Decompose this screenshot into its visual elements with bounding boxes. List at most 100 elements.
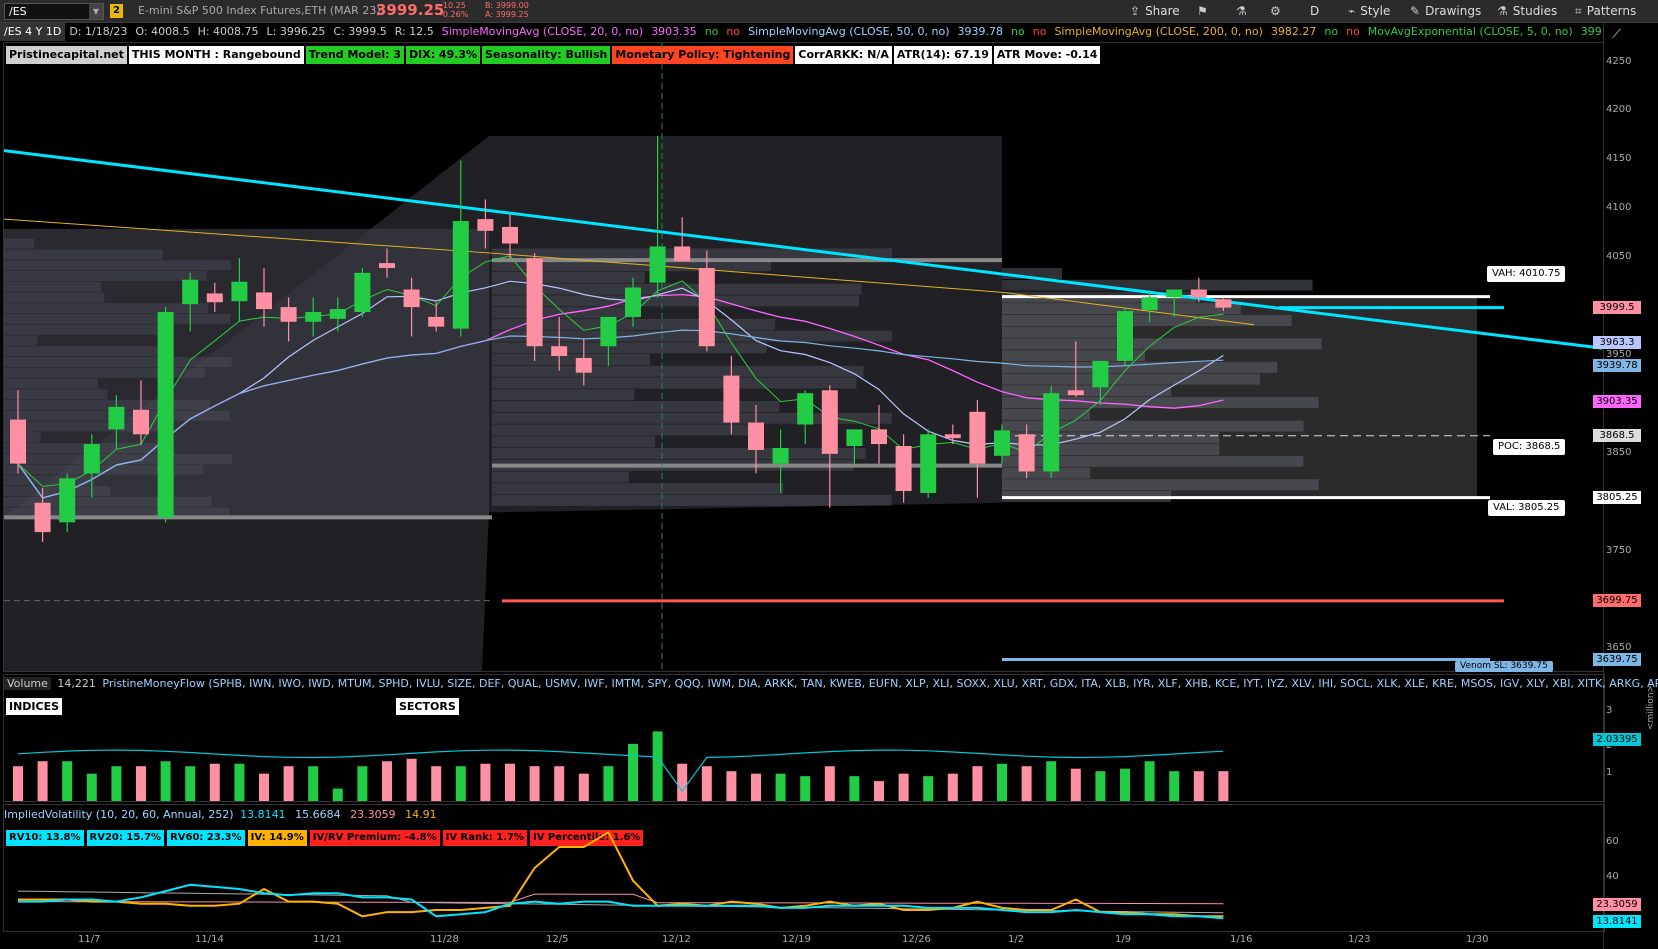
patterns-label: Patterns	[1586, 4, 1637, 18]
link-group-badge[interactable]: 2	[110, 4, 123, 18]
price-tag-3: 3903.35	[1593, 394, 1641, 408]
date-label-3: 11/28	[430, 934, 459, 945]
price-tag-6: 3699.75	[1593, 593, 1641, 607]
settings-button[interactable]: ⚙	[1270, 3, 1286, 20]
volume-bar	[480, 763, 491, 801]
candle-body	[1166, 289, 1183, 298]
profile-bar	[4, 303, 209, 314]
share-label: Share	[1145, 4, 1180, 18]
flag-button[interactable]: ⚑	[1197, 3, 1213, 20]
candle-body	[1141, 297, 1158, 311]
sma200-label[interactable]: SimpleMovingAvg (CLOSE, 200, 0, no)	[1050, 23, 1266, 41]
profile-bar	[4, 313, 231, 324]
volume-bar	[1193, 771, 1204, 801]
sma200-no2: no	[1346, 25, 1360, 38]
volume-bar	[1218, 771, 1229, 801]
chevron-down-icon[interactable]: ▼	[89, 4, 103, 19]
beaker-button[interactable]: ⚗	[1236, 3, 1252, 20]
period-button[interactable]: D	[1310, 3, 1319, 20]
symbol-text: /ES	[9, 5, 27, 18]
drawings-icon: ✎	[1410, 4, 1421, 18]
volume-bar	[1021, 766, 1032, 801]
candle-body	[305, 312, 322, 322]
candle-body	[895, 446, 912, 492]
sma20-no1: no	[704, 25, 719, 38]
candle-body	[108, 406, 125, 430]
draw-line-icon[interactable]: ⟋	[1612, 27, 1621, 42]
iv-tag1: 23.3059	[1593, 898, 1641, 911]
sma50-label[interactable]: SimpleMovingAvg (CLOSE, 50, 0, no)	[744, 23, 953, 41]
candle-body	[920, 434, 937, 493]
sma20-label[interactable]: SimpleMovingAvg (CLOSE, 20, 0, no)	[438, 23, 647, 41]
sma50-no2: no	[1032, 25, 1047, 38]
indices-pill: INDICES	[6, 698, 63, 715]
share-icon: ⇪	[1130, 4, 1141, 18]
sma50-no1: no	[1011, 25, 1025, 38]
candle-body	[206, 293, 223, 303]
price-axis-3850: 3850	[1606, 446, 1632, 458]
studies-label: Studies	[1512, 4, 1558, 18]
date-label-5: 12/12	[662, 934, 691, 945]
candle-body	[1092, 360, 1109, 388]
val-label: VAL: 3805.25	[1488, 500, 1565, 516]
price-change: -10.25 -0.26%	[440, 1, 468, 19]
profile-bar	[4, 400, 210, 411]
ema5-label[interactable]: MovAvgExponential (CLOSE, 5, 0, no)	[1364, 23, 1577, 41]
volume-bar	[800, 776, 811, 801]
volume-chart[interactable]	[4, 715, 1602, 801]
volume-bar	[185, 766, 196, 801]
volume-bar	[86, 773, 97, 801]
candle-body	[994, 430, 1010, 456]
volume-bar	[209, 763, 220, 801]
price-axis-4200: 4200	[1606, 104, 1632, 116]
bid-value: B: 3999.00	[485, 1, 529, 10]
candle-body	[280, 307, 297, 322]
bar-date: D: 1/18/23	[69, 25, 128, 38]
share-button[interactable]: ⇪ Share	[1130, 3, 1180, 20]
candle-body	[354, 272, 371, 313]
price-axis-4150: 4150	[1606, 153, 1632, 165]
studies-button[interactable]: ⚗ Studies	[1497, 3, 1557, 20]
profile-bar	[4, 389, 108, 400]
volume-bar	[652, 731, 663, 801]
drawings-button[interactable]: ✎ Drawings	[1410, 3, 1481, 20]
flag-icon: ⚑	[1197, 4, 1208, 18]
volume-bar	[308, 766, 319, 801]
date-label-11: 1/23	[1348, 934, 1371, 945]
sectors-pill: SECTORS	[396, 698, 459, 715]
volume-bar	[382, 761, 392, 801]
candle-body	[969, 411, 986, 464]
candle-body	[256, 292, 272, 310]
profile-bar	[4, 367, 205, 378]
candle-body	[625, 287, 641, 317]
price-tag-0: 3999.5	[1593, 300, 1641, 314]
drawings-label: Drawings	[1425, 4, 1482, 18]
profile-bar	[492, 295, 859, 307]
candle-body	[452, 221, 469, 329]
style-button[interactable]: ⌁ Style	[1348, 3, 1390, 20]
bar-high: H: 4008.75	[197, 25, 259, 38]
pmf-label[interactable]: PristineMoneyFlow (SPHB, IWN, IWO, IWD, …	[102, 677, 1658, 690]
volume-label: Volume	[4, 677, 51, 690]
iv-chart[interactable]	[4, 805, 1602, 931]
price-axis-4100: 4100	[1606, 202, 1632, 214]
volume-bar	[13, 766, 23, 801]
candle-body	[526, 258, 543, 347]
volume-bar	[751, 773, 761, 801]
vol-axis-1: 1	[1606, 767, 1613, 778]
sma20-value: 3903.35	[651, 25, 697, 38]
symbol-input[interactable]: /ES ▼	[4, 3, 104, 20]
vah-label: VAH: 4010.75	[1487, 266, 1566, 282]
profile-bar	[4, 281, 101, 292]
gear-icon: ⚙	[1270, 4, 1281, 18]
volume-value: 14,221	[57, 677, 96, 690]
volume-bar	[677, 763, 688, 801]
candle-body	[157, 312, 174, 518]
volume-bar	[357, 766, 368, 801]
price-tag-1: 3963.3	[1593, 336, 1641, 349]
price-chart[interactable]	[4, 43, 1602, 671]
profile-bar	[492, 365, 864, 377]
candle-body	[329, 309, 346, 319]
candle-body	[231, 281, 248, 302]
patterns-button[interactable]: ⌗ Patterns	[1575, 3, 1636, 20]
